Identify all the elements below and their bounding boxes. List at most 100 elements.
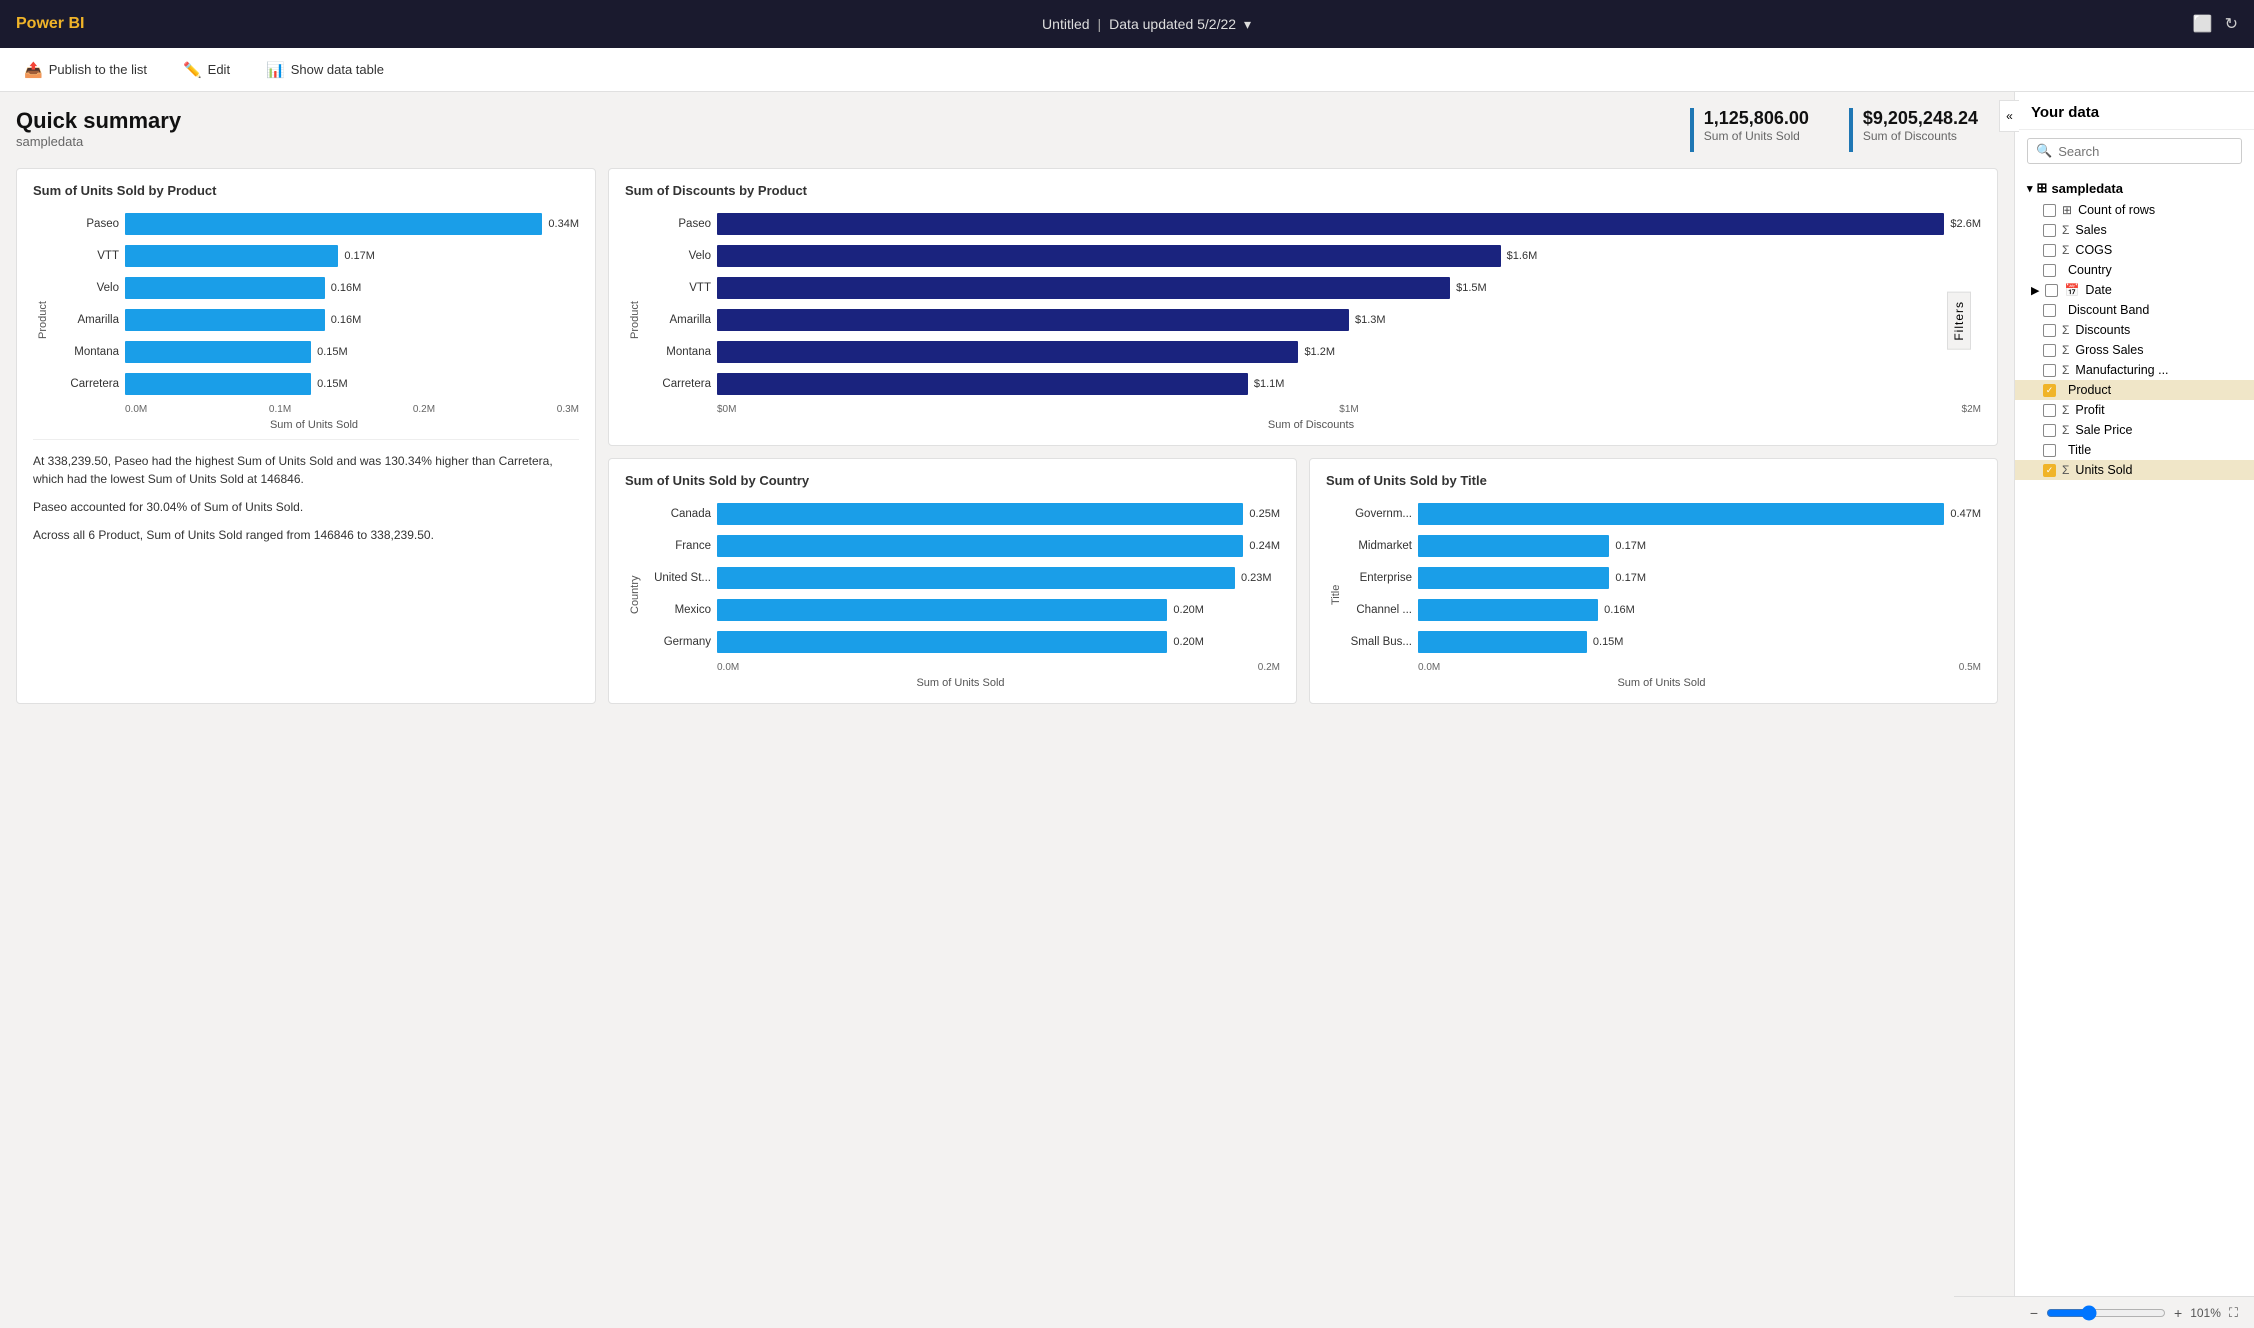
bar-row-montana-disc: Montana $1.2M (641, 338, 1981, 366)
tree-item-country[interactable]: Country (2015, 260, 2254, 280)
checkbox-discount-band[interactable] (2043, 304, 2056, 317)
tree-item-sales[interactable]: Σ Sales (2015, 220, 2254, 240)
tree-item-units-sold[interactable]: ✓ Σ Units Sold (2015, 460, 2254, 480)
sigma-icon-sales: Σ (2062, 223, 2069, 237)
tree-item-product[interactable]: ✓ Product (2015, 380, 2254, 400)
bar-row-carretera-disc: Carretera $1.1M (641, 370, 1981, 398)
publish-button[interactable]: 📤 Publish to the list (16, 57, 155, 83)
chart-title-country: Sum of Units Sold by Country (625, 473, 1280, 488)
right-panel-title: Your data (2015, 92, 2254, 130)
topbar: Power BI Untitled | Data updated 5/2/22 … (0, 0, 2254, 48)
chart-title-discounts-product: Sum of Discounts by Product (625, 183, 1981, 198)
window-icon[interactable]: ⬜ (2193, 14, 2213, 34)
bar-chart-country: Canada 0.25M France (641, 500, 1280, 660)
checkbox-sale-price[interactable] (2043, 424, 2056, 437)
bar-row-amarilla: Amarilla 0.16M (49, 306, 579, 334)
bar-row-vtt: VTT 0.17M (49, 242, 579, 270)
tree-item-discounts[interactable]: Σ Discounts (2015, 320, 2254, 340)
checkbox-profit[interactable] (2043, 404, 2056, 417)
tree-item-sale-price[interactable]: Σ Sale Price (2015, 420, 2254, 440)
bar-row-govt: Governm... 0.47M (1342, 500, 1981, 528)
edit-button[interactable]: ✏️ Edit (175, 57, 238, 83)
zoom-in-icon[interactable]: + (2174, 1305, 2182, 1321)
bar-row-paseo-disc: Paseo $2.6M (641, 210, 1981, 238)
checkbox-cogs[interactable] (2043, 244, 2056, 257)
bar-row-enterprise: Enterprise 0.17M (1342, 564, 1981, 592)
chart-body-country: Country Canada 0.25M (625, 500, 1280, 689)
zoom-slider[interactable] (2046, 1305, 2166, 1321)
content-area: Quick summary sampledata 1,125,806.00 Su… (0, 92, 2014, 1328)
kpi-label-units: Sum of Units Sold (1704, 129, 1809, 143)
tree-item-profit[interactable]: Σ Profit (2015, 400, 2254, 420)
page-title-section: Quick summary sampledata (16, 108, 1690, 149)
collapse-button[interactable]: « (1999, 100, 2019, 132)
kpi-discounts: $9,205,248.24 Sum of Discounts (1849, 108, 1978, 152)
data-tree: ▾ ⊞ sampledata ⊞ Count of rows Σ Sales Σ… (2015, 172, 2254, 1328)
chart-body-units-product: Product Paseo 0.34M (33, 210, 579, 431)
chart-units-by-title[interactable]: Sum of Units Sold by Title Title Governm… (1309, 458, 1998, 704)
bar-chart-title: Governm... 0.47M Midmarket (1342, 500, 1981, 660)
checkbox-product[interactable]: ✓ (2043, 384, 2056, 397)
bar-row-canada: Canada 0.25M (641, 500, 1280, 528)
fit-icon[interactable]: ⛶ (2229, 1305, 2238, 1321)
checkbox-manufacturing[interactable] (2043, 364, 2056, 377)
bar-chart-discounts-product: Paseo $2.6M Velo $1.6M (641, 210, 1981, 402)
search-icon: 🔍 (2036, 143, 2052, 159)
x-axis-label-country: Sum of Units Sold (641, 677, 1280, 689)
bar-row-velo: Velo 0.16M (49, 274, 579, 302)
show-data-button[interactable]: 📊 Show data table (258, 57, 392, 83)
bar-row-montana: Montana 0.15M (49, 338, 579, 366)
y-axis-discounts-product: Product (625, 210, 641, 431)
checkbox-discounts[interactable] (2043, 324, 2056, 337)
checkbox-count-of-rows[interactable] (2043, 204, 2056, 217)
zoom-level: 101% (2190, 1306, 2221, 1320)
tree-item-discount-band[interactable]: Discount Band (2015, 300, 2254, 320)
kpi-bar (1690, 108, 1694, 152)
x-axis-label-title: Sum of Units Sold (1342, 677, 1981, 689)
checkbox-sales[interactable] (2043, 224, 2056, 237)
checkbox-units-sold[interactable]: ✓ (2043, 464, 2056, 477)
app-logo: Power BI (16, 15, 84, 33)
tree-item-manufacturing[interactable]: Σ Manufacturing ... (2015, 360, 2254, 380)
bar-row-carretera: Carretera 0.15M (49, 370, 579, 398)
tree-item-gross-sales[interactable]: Σ Gross Sales (2015, 340, 2254, 360)
tree-item-date[interactable]: ▶ 📅 Date (2015, 280, 2254, 300)
page-header: Quick summary sampledata 1,125,806.00 Su… (16, 108, 1998, 152)
chart-units-by-country[interactable]: Sum of Units Sold by Country Country Can… (608, 458, 1297, 704)
checkbox-country[interactable] (2043, 264, 2056, 277)
checkbox-gross-sales[interactable] (2043, 344, 2056, 357)
bar-row-france: France 0.24M (641, 532, 1280, 560)
checkbox-date[interactable] (2045, 284, 2058, 297)
topbar-title: Untitled | Data updated 5/2/22 ▾ (100, 16, 2192, 33)
chart-units-by-product[interactable]: Sum of Units Sold by Product Product Pas… (16, 168, 596, 704)
bar-row-vtt-disc: VTT $1.5M (641, 274, 1981, 302)
sigma-icon-cogs: Σ (2062, 243, 2069, 257)
checkbox-title[interactable] (2043, 444, 2056, 457)
chart-body-discounts-product: Product Paseo $2.6M Velo (625, 210, 1981, 431)
kpi-units-sold: 1,125,806.00 Sum of Units Sold (1690, 108, 1809, 152)
x-axis-ticks-disc-product: $0M $1M $2M (641, 404, 1981, 415)
y-axis-units-product: Product (33, 210, 49, 431)
sigma-icon-gross-sales: Σ (2062, 343, 2069, 357)
calendar-icon-date: 📅 (2064, 283, 2079, 297)
tree-item-count-of-rows[interactable]: ⊞ Count of rows (2015, 200, 2254, 220)
bar-row-channel: Channel ... 0.16M (1342, 596, 1981, 624)
filters-tab[interactable]: Filters (1947, 292, 1971, 350)
tree-section-sampledata[interactable]: ▾ ⊞ sampledata (2015, 176, 2254, 200)
chart-discounts-by-product[interactable]: Sum of Discounts by Product Product Pase… (608, 168, 1998, 446)
y-axis-country: Country (625, 500, 641, 689)
sigma-icon-profit: Σ (2062, 403, 2069, 417)
edit-icon: ✏️ (183, 61, 202, 79)
zoom-out-icon[interactable]: − (2030, 1305, 2038, 1321)
x-axis-ticks-title: 0.0M 0.5M (1342, 662, 1981, 673)
x-axis-ticks-units-product: 0.0M 0.1M 0.2M 0.3M (49, 404, 579, 415)
tree-item-cogs[interactable]: Σ COGS (2015, 240, 2254, 260)
zoom-bar: − + 101% ⛶ (1954, 1296, 2254, 1328)
refresh-icon[interactable]: ↻ (2225, 14, 2238, 34)
tree-item-title[interactable]: Title (2015, 440, 2254, 460)
search-input[interactable] (2058, 144, 2233, 159)
sigma-icon-discounts: Σ (2062, 323, 2069, 337)
bar-row-amarilla-disc: Amarilla $1.3M (641, 306, 1981, 334)
bar-row-velo-disc: Velo $1.6M (641, 242, 1981, 270)
chevron-right-icon-date: ▶ (2031, 284, 2039, 297)
